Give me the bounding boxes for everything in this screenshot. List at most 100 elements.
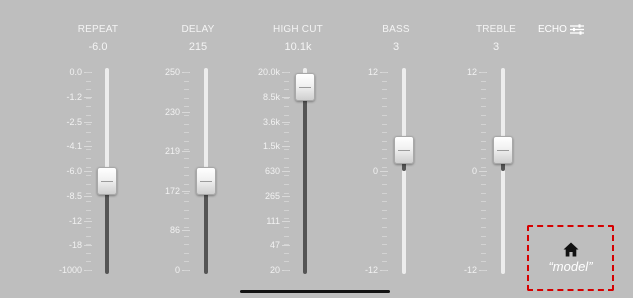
tick-mark [282, 195, 290, 197]
slider-thumb[interactable] [97, 167, 117, 196]
control-value: 3 [492, 41, 500, 53]
slider-track[interactable] [402, 68, 406, 274]
minor-tick [382, 97, 387, 99]
minor-tick [184, 132, 189, 134]
tick-mark [84, 171, 92, 172]
control-name: DELAY [181, 24, 215, 35]
minor-tick [382, 201, 387, 203]
minor-tick [382, 175, 387, 177]
tick-label: 12 [466, 67, 477, 77]
minor-tick [86, 166, 91, 168]
minor-tick [481, 80, 486, 82]
slider-thumb[interactable] [295, 72, 315, 101]
minor-tick [481, 97, 486, 99]
control-name: BASS [382, 24, 410, 35]
tick-mark [282, 146, 290, 148]
minor-tick [184, 175, 189, 177]
tick-label: 0 [372, 166, 378, 176]
minor-tick [382, 166, 387, 168]
minor-tick [382, 209, 387, 211]
minor-tick [481, 218, 486, 220]
tick-label: 111 [266, 215, 280, 226]
tick-label: -2.5 [66, 116, 82, 127]
minor-tick [184, 149, 189, 151]
minor-tick [284, 244, 289, 246]
tick-mark [182, 230, 190, 232]
minor-tick [481, 72, 486, 73]
minor-tick [86, 226, 91, 228]
minor-tick [86, 115, 91, 117]
minor-tick [184, 209, 189, 211]
minor-tick [481, 158, 486, 160]
minor-tick [184, 89, 189, 91]
tick-label: 20.0k [257, 67, 280, 77]
slider-thumb[interactable] [493, 136, 513, 165]
minor-tick [284, 252, 289, 254]
tick-mark [282, 171, 290, 172]
minor-tick [284, 132, 289, 134]
minor-tick [481, 166, 486, 168]
minor-tick [382, 80, 387, 82]
slider-thumb[interactable] [394, 136, 414, 165]
minor-tick [284, 149, 289, 151]
tick-label: -12 [68, 215, 82, 226]
tick-label: 47 [269, 240, 280, 251]
slider-thumb[interactable] [196, 167, 216, 196]
minor-tick [284, 115, 289, 117]
minor-tick [86, 218, 91, 220]
minor-tick [481, 89, 486, 91]
tick-mark [84, 195, 92, 197]
minor-tick [481, 270, 486, 271]
minor-tick [481, 192, 486, 194]
minor-tick [86, 72, 91, 73]
home-label: “model” [548, 259, 593, 274]
minor-tick [284, 175, 289, 177]
tick-label: 8.5k [262, 91, 280, 102]
minor-tick [284, 209, 289, 211]
minor-tick [481, 209, 486, 211]
minor-tick [284, 270, 289, 271]
minor-tick [382, 115, 387, 117]
minor-tick [86, 244, 91, 246]
minor-tick [184, 201, 189, 203]
minor-tick [284, 183, 289, 185]
slider-track[interactable] [501, 68, 505, 274]
tick-label: -6.0 [66, 166, 82, 176]
minor-tick [382, 192, 387, 194]
tick-mark [282, 245, 290, 247]
minor-tick [86, 158, 91, 160]
minor-tick [86, 183, 91, 185]
minor-tick [382, 132, 387, 134]
tick-label: -8.5 [66, 190, 82, 201]
minor-tick [86, 97, 91, 99]
tick-mark [84, 121, 92, 123]
home-icon [563, 242, 578, 257]
control-name: REPEAT [77, 24, 119, 35]
minor-tick [284, 166, 289, 168]
minor-tick [284, 218, 289, 220]
minor-tick [184, 158, 189, 160]
minor-tick [481, 261, 486, 263]
minor-tick [284, 80, 289, 82]
tick-label: 219 [164, 146, 180, 157]
minor-tick [184, 270, 189, 271]
minor-tick [284, 158, 289, 160]
tick-mark [182, 111, 190, 113]
minor-tick [86, 235, 91, 237]
minor-tick [481, 252, 486, 254]
control-name: HIGH CUT [273, 24, 323, 35]
minor-tick [382, 270, 387, 271]
minor-tick [86, 89, 91, 91]
tick-label: -12 [463, 265, 477, 275]
tick-mark [84, 146, 92, 148]
tick-label: 630 [264, 166, 280, 176]
minor-tick [184, 183, 189, 185]
slider-fill [105, 181, 109, 274]
minor-tick [184, 261, 189, 263]
minor-tick [284, 235, 289, 237]
tick-mark [479, 171, 487, 172]
minor-tick [481, 226, 486, 228]
tick-label: 172 [164, 185, 180, 196]
minor-tick [284, 123, 289, 125]
minor-tick [382, 252, 387, 254]
